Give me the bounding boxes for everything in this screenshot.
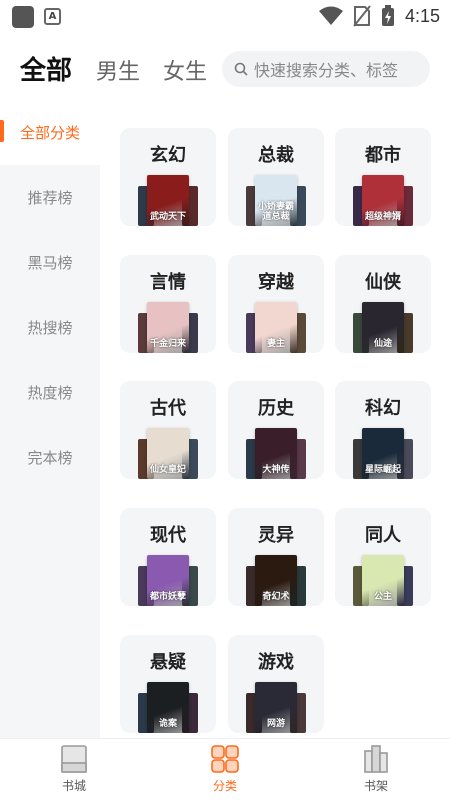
nav-bookstore-label: 书城 [61, 779, 86, 793]
nav-bookstore[interactable]: 书城 [34, 743, 114, 799]
book-cover-image: 诡案 [147, 682, 189, 733]
status-time: 4:15 [404, 5, 440, 26]
bookstore-icon [61, 745, 87, 773]
category-label: 仙侠 [365, 272, 401, 293]
nav-category-label: 分类 [212, 779, 237, 793]
book-cover-title: 公主 [373, 592, 392, 602]
category-card[interactable]: 同人 公主 [335, 508, 431, 606]
category-label: 灵异 [258, 525, 294, 546]
book-cover-title: 都市妖孽 [149, 592, 186, 602]
book-cover-title: 超级神婿 [364, 212, 401, 222]
category-label: 总裁 [258, 145, 294, 166]
category-label: 历史 [258, 398, 294, 419]
notification-a-icon: A [44, 8, 61, 25]
nav-category[interactable]: 分类 [185, 743, 265, 799]
battery-charging-icon [381, 5, 394, 26]
book-cover-title: 大神传 [262, 465, 290, 475]
category-grid: 玄幻 武动天下 总裁 小娇妻霸道总裁 都市 超级神婿 言情 千金归来 穿越 妻主 仙侠 仙途 古代 仙女皇… [100, 100, 450, 738]
category-label: 玄幻 [150, 145, 186, 166]
category-label: 现代 [150, 525, 186, 546]
nav-bookshelf[interactable]: 书架 [336, 743, 416, 799]
sidebar-item-hot-search[interactable]: 热搜榜 [0, 295, 100, 360]
book-cover-image: 妻主 [255, 302, 297, 353]
category-grid-icon [211, 745, 239, 773]
category-card[interactable]: 悬疑 诡案 [120, 635, 216, 733]
search-icon [234, 62, 248, 76]
book-cover-image: 网游 [255, 682, 297, 733]
book-cover-image: 奇幻术 [255, 555, 297, 606]
category-card[interactable]: 科幻 星际崛起 [335, 381, 431, 479]
category-card[interactable]: 穿越 妻主 [228, 255, 324, 353]
book-cover-title: 妻主 [266, 339, 285, 349]
category-label: 科幻 [365, 398, 401, 419]
book-cover-title: 武动天下 [149, 212, 186, 222]
book-cover-image: 大神传 [255, 428, 297, 479]
book-cover-image: 千金归来 [147, 302, 189, 353]
category-card[interactable]: 灵异 奇幻术 [228, 508, 324, 606]
sidebar-item-dark-horse[interactable]: 黑马榜 [0, 230, 100, 295]
sidebar-item-completed[interactable]: 完本榜 [0, 425, 100, 490]
category-card[interactable]: 仙侠 仙途 [335, 255, 431, 353]
category-card[interactable]: 都市 超级神婿 [335, 128, 431, 226]
top-bar: 全部 男生 女生 快速搜索分类、标签 [0, 42, 450, 98]
book-cover-title: 奇幻术 [262, 592, 290, 602]
category-card[interactable]: 古代 仙女皇妃 [120, 381, 216, 479]
tab-all[interactable]: 全部 [20, 50, 72, 87]
book-cover-image: 小娇妻霸道总裁 [255, 175, 297, 226]
category-card[interactable]: 游戏 网游 [228, 635, 324, 733]
category-label: 悬疑 [150, 652, 186, 673]
book-cover-image: 超级神婿 [362, 175, 404, 226]
book-cover-image: 都市妖孽 [147, 555, 189, 606]
book-cover-title: 千金归来 [149, 339, 186, 349]
category-label: 游戏 [258, 652, 294, 673]
book-cover-title: 星际崛起 [364, 465, 401, 475]
nav-bookshelf-label: 书架 [363, 779, 388, 793]
tab-male[interactable]: 男生 [96, 54, 140, 86]
search-placeholder: 快速搜索分类、标签 [254, 61, 399, 80]
sidebar-item-popularity[interactable]: 热度榜 [0, 360, 100, 425]
category-card[interactable]: 玄幻 武动天下 [120, 128, 216, 226]
category-card[interactable]: 总裁 小娇妻霸道总裁 [228, 128, 324, 226]
sidebar-item-recommended[interactable]: 推荐榜 [0, 165, 100, 230]
sidebar: 全部分类 推荐榜 黑马榜 热搜榜 热度榜 完本榜 [0, 100, 100, 738]
book-cover-title: 小娇妻霸道总裁 [257, 202, 294, 222]
tab-female[interactable]: 女生 [163, 54, 207, 86]
book-cover-image: 星际崛起 [362, 428, 404, 479]
category-card[interactable]: 历史 大神传 [228, 381, 324, 479]
bottom-nav: 书城 分类 书架 [0, 738, 450, 800]
book-cover-title: 仙女皇妃 [149, 465, 186, 475]
category-label: 同人 [365, 525, 401, 546]
book-cover-title: 诡案 [158, 719, 177, 729]
book-cover-image: 仙女皇妃 [147, 428, 189, 479]
app-notification-icon [12, 6, 34, 28]
category-label: 穿越 [258, 272, 294, 293]
sidebar-item-all-categories[interactable]: 全部分类 [0, 100, 100, 165]
search-box[interactable]: 快速搜索分类、标签 [222, 51, 430, 87]
book-cover-image: 公主 [362, 555, 404, 606]
book-cover-title: 仙途 [373, 339, 392, 349]
bookshelf-icon [364, 745, 388, 773]
no-sim-icon [353, 5, 371, 27]
category-card[interactable]: 言情 千金归来 [120, 255, 216, 353]
book-cover-image: 仙途 [362, 302, 404, 353]
book-cover-image: 武动天下 [147, 175, 189, 226]
category-label: 言情 [150, 272, 186, 293]
wifi-icon [318, 6, 343, 25]
status-bar: A 4:15 [0, 0, 450, 32]
category-label: 古代 [150, 398, 186, 419]
category-label: 都市 [365, 145, 401, 166]
category-card[interactable]: 现代 都市妖孽 [120, 508, 216, 606]
book-cover-title: 网游 [266, 719, 285, 729]
